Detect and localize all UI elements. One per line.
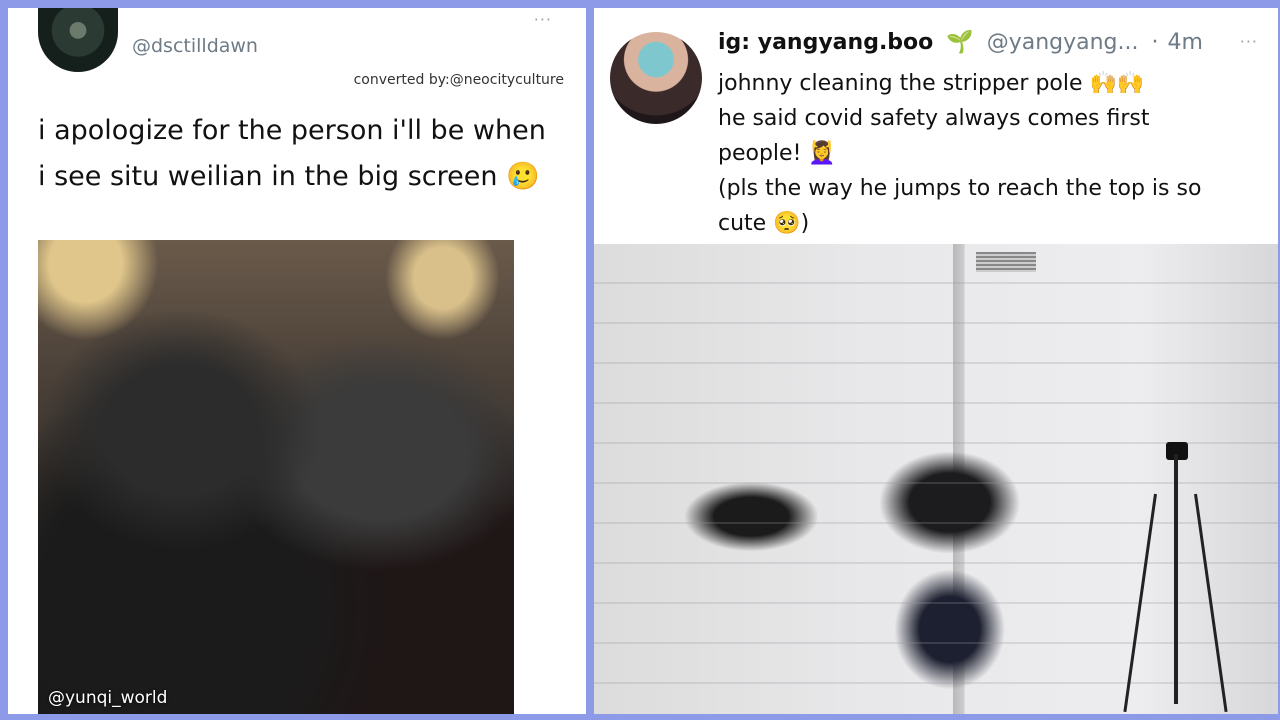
- right-tweet-card: ig: yangyang.boo 🌱 @yangyang... · 4m ···…: [594, 8, 1278, 714]
- wall-vent: [976, 252, 1036, 272]
- user-handle[interactable]: @dsctilldawn: [132, 35, 258, 57]
- left-tweet-card: @dsctilldawn ··· converted by:@neocitycu…: [8, 8, 586, 714]
- converted-by-credit: converted by:@neocityculture: [353, 72, 564, 88]
- more-options-icon[interactable]: ···: [1240, 32, 1258, 51]
- more-options-icon[interactable]: ···: [534, 10, 552, 29]
- tweet-header: ig: yangyang.boo 🌱 @yangyang... · 4m: [718, 30, 1203, 55]
- tweet-text: johnny cleaning the stripper pole 🙌🙌 he …: [718, 66, 1258, 241]
- tweet-timestamp[interactable]: 4m: [1168, 30, 1203, 55]
- separator-dot: ·: [1151, 30, 1159, 55]
- tweet-media-image[interactable]: [594, 244, 1278, 714]
- tweet-text-line: he said covid safety always comes first: [718, 106, 1150, 131]
- tweet-text-line: johnny cleaning the stripper pole 🙌🙌: [718, 71, 1145, 96]
- tweet-text-line: people! 💆‍♀️: [718, 141, 836, 166]
- avatar[interactable]: [38, 8, 118, 72]
- tripod-leg: [1174, 454, 1178, 704]
- user-handle[interactable]: @yangyang...: [987, 30, 1139, 55]
- sprout-icon: 🌱: [946, 30, 974, 55]
- tweet-text-line: (pls the way he jumps to reach the top i…: [718, 176, 1202, 201]
- media-watermark: @yunqi_world: [48, 688, 168, 708]
- tweet-text-line: cute 🥺): [718, 211, 810, 236]
- avatar[interactable]: [610, 32, 702, 124]
- tweet-media-image[interactable]: @yunqi_world: [38, 240, 514, 714]
- display-name[interactable]: ig: yangyang.boo: [718, 30, 933, 55]
- tweet-text: i apologize for the person i'll be when …: [38, 115, 546, 192]
